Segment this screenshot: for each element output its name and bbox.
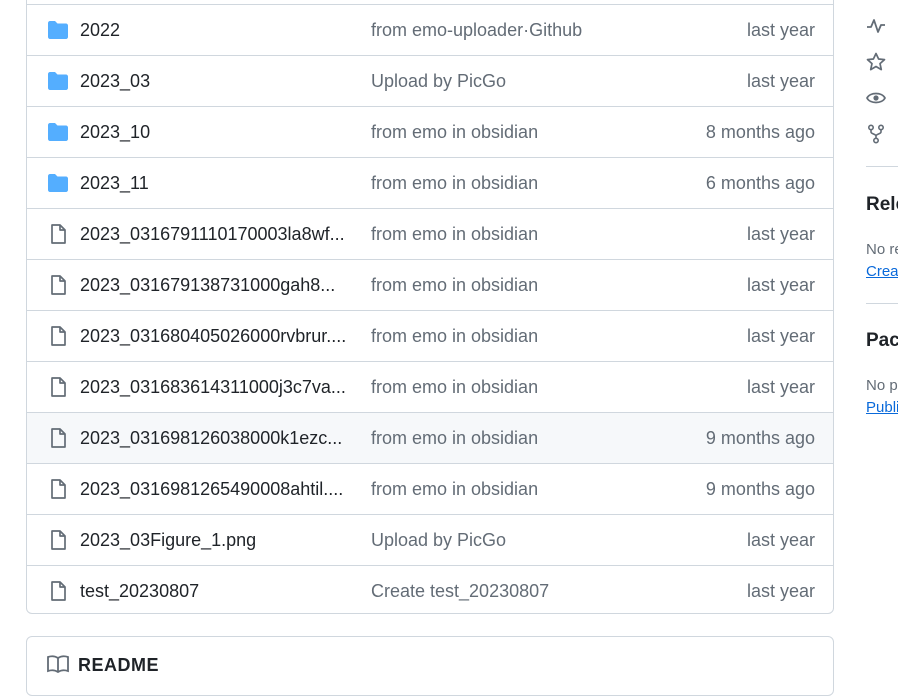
commit-message-link[interactable]: from emo in obsidian — [371, 107, 538, 157]
repo-sidebar: Rele No re Creat Pac No p Publi — [866, 0, 898, 663]
activity-icon[interactable] — [866, 16, 886, 36]
releases-heading[interactable]: Rele — [866, 194, 898, 216]
commit-age: last year — [746, 581, 815, 601]
commit-age: last year — [746, 71, 815, 91]
file-icon — [47, 530, 69, 550]
file-icon — [47, 428, 69, 448]
commit-message-link[interactable]: from emo in obsidian — [371, 158, 538, 208]
readme-box: README — [26, 636, 834, 696]
commit-age: last year — [746, 530, 815, 550]
table-row[interactable]: 2023_11 from emo in obsidian 6 months ago — [27, 157, 833, 208]
table-row[interactable]: 2023_0316981265490008ahtil.... from emo i… — [27, 463, 833, 514]
eye-icon[interactable] — [866, 88, 886, 108]
commit-message-link[interactable]: Create test_20230807 — [371, 566, 549, 613]
commit-age: 9 months ago — [705, 479, 815, 499]
table-row[interactable]: 2023_031683614311000j3c7va... from emo in… — [27, 361, 833, 412]
folder-icon — [47, 122, 69, 142]
commit-message-link[interactable]: from emo-uploader·Github — [371, 5, 582, 55]
file-icon — [47, 479, 69, 499]
commit-message-link[interactable]: from emo in obsidian — [371, 311, 538, 361]
commit-age: 6 months ago — [705, 173, 815, 193]
file-name-link[interactable]: 2023_0316791110170003la8wf... — [80, 209, 345, 259]
packages-empty-text: No p — [866, 377, 898, 394]
file-icon — [47, 581, 69, 601]
table-row[interactable]: test_20230807 Create test_20230807 last ye… — [27, 565, 833, 613]
file-name-link[interactable]: 2023_031683614311000j3c7va... — [80, 362, 346, 412]
commit-age: last year — [746, 20, 815, 40]
sidebar-divider — [866, 303, 898, 304]
file-icon — [47, 275, 69, 295]
table-row[interactable]: 2023_03 Upload by PicGo last year — [27, 55, 833, 106]
book-icon — [47, 655, 69, 678]
table-row[interactable]: 2023_031698126038000k1ezc... from emo in … — [27, 412, 833, 463]
file-name-link[interactable]: 2023_0316981265490008ahtil.... — [80, 464, 343, 514]
packages-heading[interactable]: Pac — [866, 330, 898, 352]
commit-message-link[interactable]: from emo in obsidian — [371, 362, 538, 412]
commit-age: last year — [746, 224, 815, 244]
file-name-link[interactable]: 2023_031679138731000gah8... — [80, 260, 335, 310]
commit-age: 9 months ago — [705, 428, 815, 448]
readme-title[interactable]: README — [78, 655, 159, 676]
commit-message-link[interactable]: from emo in obsidian — [371, 413, 538, 463]
file-name-link[interactable]: 2023_03 — [80, 56, 150, 106]
folder-icon — [47, 20, 69, 40]
commit-message-link[interactable]: Upload by PicGo — [371, 515, 506, 565]
sidebar-divider — [866, 166, 898, 167]
commit-message-link[interactable]: from emo in obsidian — [371, 209, 538, 259]
commit-age: last year — [746, 275, 815, 295]
folder-icon — [47, 173, 69, 193]
table-row[interactable]: 2022 from emo-uploader·Github last year — [27, 4, 833, 55]
table-row[interactable]: 2023_031679138731000gah8... from emo in o… — [27, 259, 833, 310]
file-name-link[interactable]: 2023_11 — [80, 158, 149, 208]
commit-message-link[interactable]: from emo in obsidian — [371, 464, 538, 514]
file-name-link[interactable]: 2023_031698126038000k1ezc... — [80, 413, 342, 463]
create-release-link[interactable]: Creat — [866, 263, 898, 280]
file-name-link[interactable]: 2023_03Figure_1.png — [80, 515, 256, 565]
file-icon — [47, 224, 69, 244]
file-name-link[interactable]: 2022 — [80, 5, 120, 55]
file-table: 2022 from emo-uploader·Github last year 202… — [26, 0, 834, 614]
star-icon[interactable] — [866, 52, 886, 72]
fork-icon[interactable] — [866, 124, 886, 144]
publish-package-link[interactable]: Publi — [866, 399, 898, 416]
file-name-link[interactable]: 2023_10 — [80, 107, 150, 157]
table-row[interactable]: 2023_031680405026000rvbrur.... from emo i… — [27, 310, 833, 361]
table-row[interactable]: 2023_10 from emo in obsidian 8 months ago — [27, 106, 833, 157]
commit-age: last year — [746, 377, 815, 397]
table-row[interactable]: 2023_03Figure_1.png Upload by PicGo last y… — [27, 514, 833, 565]
file-name-link[interactable]: test_20230807 — [80, 566, 199, 613]
file-icon — [47, 326, 69, 346]
file-icon — [47, 377, 69, 397]
commit-age: 8 months ago — [705, 122, 815, 142]
commit-age: last year — [746, 326, 815, 346]
commit-message-link[interactable]: Upload by PicGo — [371, 56, 506, 106]
folder-icon — [47, 71, 69, 91]
table-row[interactable]: 2023_0316791110170003la8wf... from emo in… — [27, 208, 833, 259]
commit-message-link[interactable]: from emo in obsidian — [371, 260, 538, 310]
file-name-link[interactable]: 2023_031680405026000rvbrur.... — [80, 311, 346, 361]
releases-empty-text: No re — [866, 241, 898, 258]
